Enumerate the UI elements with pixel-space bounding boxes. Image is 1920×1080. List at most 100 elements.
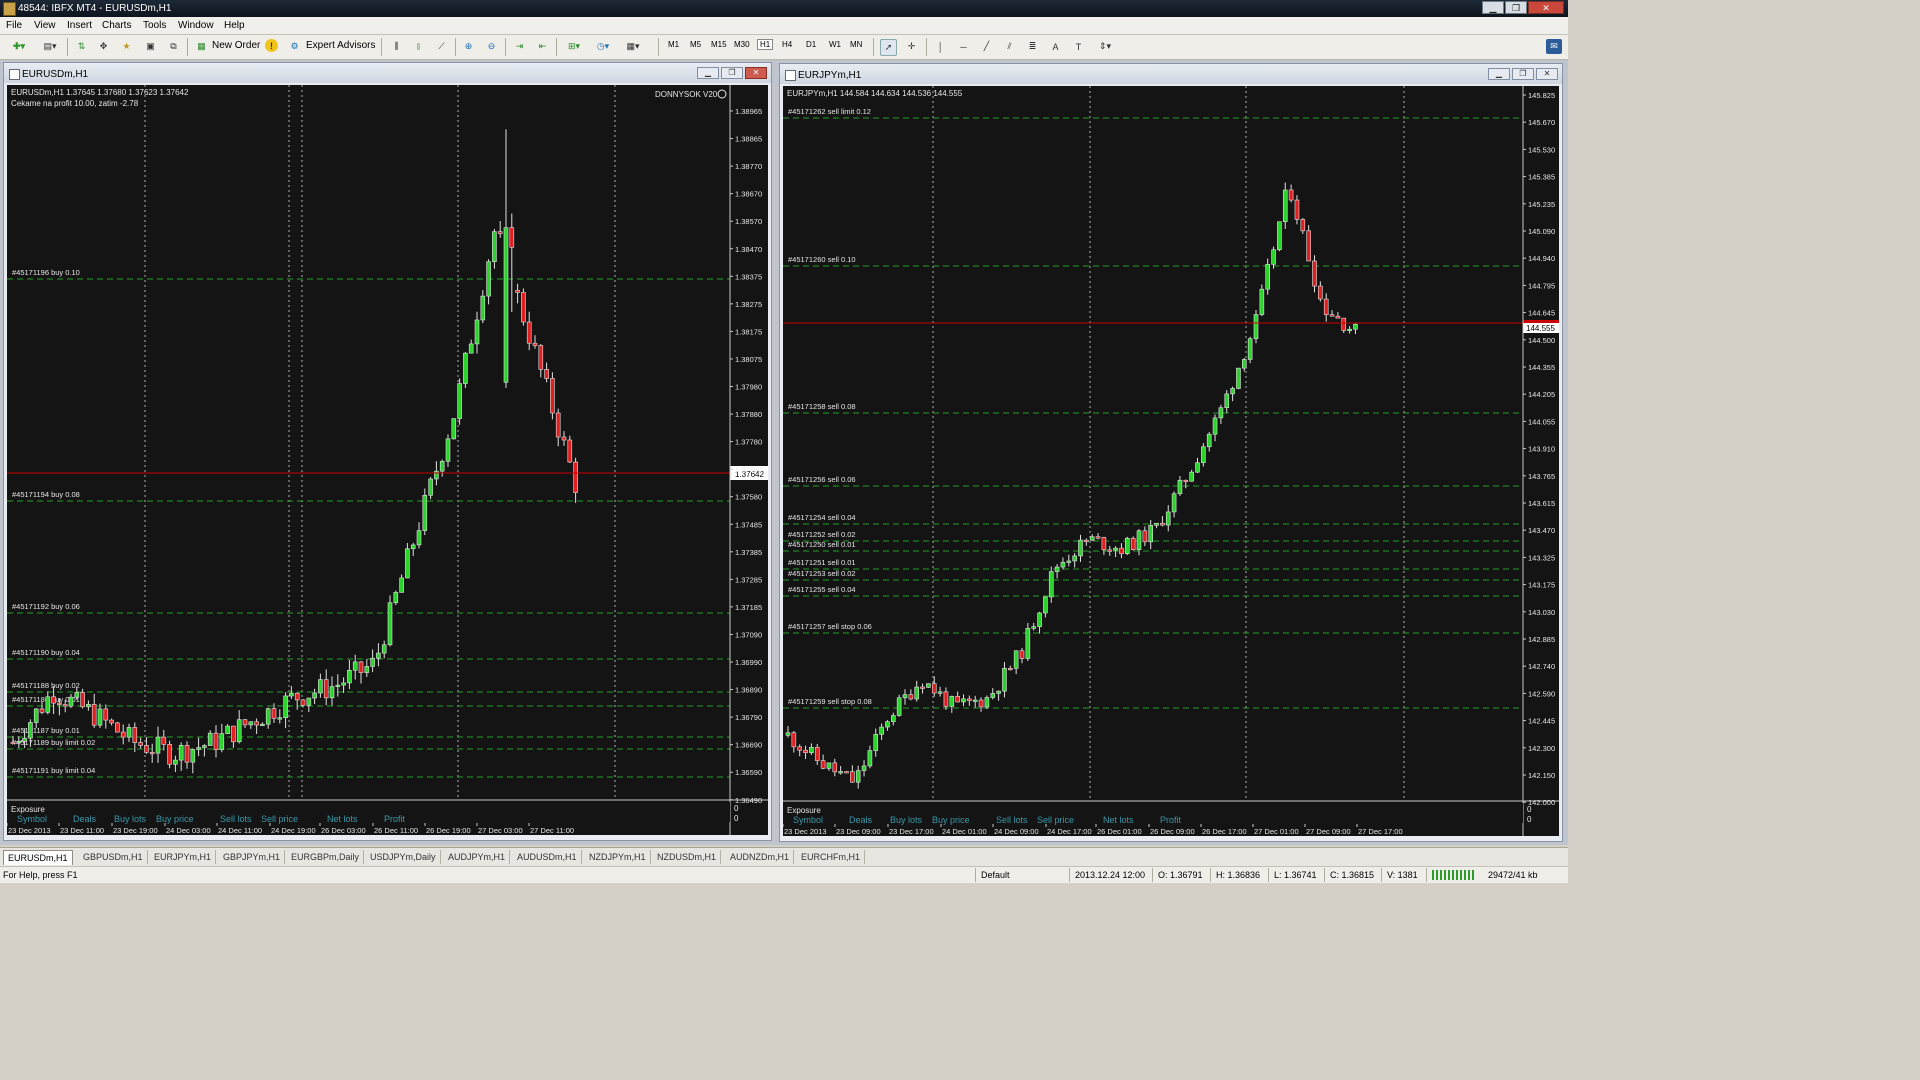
price-axis-label: 1.38470 [735,245,762,254]
timeframe-m15[interactable]: M15 [711,40,727,49]
candle-body [329,686,335,699]
tab-eurjpym-h1[interactable]: EURJPYm,H1 [150,850,217,864]
line-chart-icon[interactable]: ⟋ [434,39,449,54]
timeframe-h1[interactable]: H1 [757,39,774,50]
templates-icon[interactable]: ▦▾ [622,39,644,54]
navigator-icon[interactable]: ✥ [96,39,111,54]
chart-close-button[interactable]: ✕ [1536,68,1558,80]
candle-body [1019,650,1025,659]
menu-file[interactable]: File [6,20,22,31]
chart-window-eurusd[interactable]: EURUSDm,H1 ▁ ❐ ✕ #45171196 buy 0.10 #4517… [3,62,772,841]
timeframe-m30[interactable]: M30 [734,40,750,49]
zoom-in-icon[interactable]: ⊕ [461,39,476,54]
exposure-col-buy-lots: Buy lots [890,815,923,825]
timeframe-m5[interactable]: M5 [690,40,701,49]
price-axis-label: 1.36590 [735,768,762,777]
strategy-tester-icon[interactable]: ⧉ [166,39,181,54]
maximize-button[interactable]: ❐ [1505,1,1527,14]
menu-window[interactable]: Window [178,20,214,31]
new-order-button[interactable]: New Order [212,40,260,51]
price-axis-label: 143.175 [1528,581,1555,590]
zoom-out-icon[interactable]: ⊖ [484,39,499,54]
periods-icon[interactable]: ◷▾ [592,39,614,54]
candle-body [791,732,797,748]
timeframe-h4[interactable]: H4 [782,40,792,49]
chart-restore-button[interactable]: ❐ [721,67,743,79]
tab-eurusdm-h1[interactable]: EURUSDm,H1 [3,850,73,865]
expert-advisors-icon[interactable]: ⚙ [287,39,302,54]
text-icon[interactable]: A [1048,39,1063,54]
candle-body [480,295,486,321]
crosshair-icon[interactable]: ✛ [904,39,919,54]
menu-charts[interactable]: Charts [102,20,131,31]
price-axis-label: 1.37880 [735,410,762,419]
order-label: #45171258 sell 0.08 [788,402,856,411]
chart-minimize-button[interactable]: ▁ [697,67,719,79]
candle-body [820,760,826,769]
price-axis-label: 144.355 [1528,363,1555,372]
menu-help[interactable]: Help [224,20,245,31]
new-chart-icon[interactable]: ✚▾ [6,39,32,54]
timeframe-mn[interactable]: MN [850,40,862,49]
menu-tools[interactable]: Tools [143,20,166,31]
chat-icon[interactable]: ✉ [1546,39,1562,54]
text-label-icon[interactable]: T [1071,39,1086,54]
auto-scroll-icon[interactable]: ⇥ [512,39,527,54]
tab-nzdusdm-h1[interactable]: NZDUSDm,H1 [653,850,722,864]
close-button[interactable]: ✕ [1528,1,1564,14]
tab-audjpym-h1[interactable]: AUDJPYm,H1 [444,850,511,864]
candle-body [149,752,155,755]
timeframe-d1[interactable]: D1 [806,40,816,49]
chart-close-button[interactable]: ✕ [745,67,767,79]
metaeditor-icon[interactable]: ! [265,39,278,52]
tab-gbpjpym-h1[interactable]: GBPJPYm,H1 [219,850,286,864]
bar-chart-icon[interactable]: ⫼ [389,39,404,54]
tab-usdjpym-daily[interactable]: USDJPYm,Daily [366,850,441,864]
tab-eurgbpm-daily[interactable]: EURGBPm,Daily [287,850,365,864]
candlestick-icon[interactable]: ⫾ [411,39,426,54]
chart-restore-button[interactable]: ❐ [1512,68,1534,80]
connection-status-icon[interactable] [1432,870,1476,880]
order-label: #45171191 buy limit 0.04 [12,766,95,775]
candle-body [97,708,103,726]
equidistant-channel-icon[interactable]: ⫽ [1002,39,1017,54]
profiles-icon[interactable]: ▤▾ [37,39,63,54]
indicators-icon[interactable]: ⊞▾ [563,39,585,54]
cursor-icon[interactable]: ➚ [880,39,897,56]
tab-eurchfm-h1[interactable]: EURCHFm,H1 [797,850,866,864]
chart-minimize-button[interactable]: ▁ [1488,68,1510,80]
status-low: L: 1.36741 [1274,870,1317,880]
exposure-label: Exposure [787,806,821,815]
timeframe-w1[interactable]: W1 [829,40,841,49]
vertical-line-icon[interactable]: │ [933,39,948,54]
arrows-icon[interactable]: ⇕▾ [1094,39,1116,54]
terminal-icon[interactable]: ▣ [143,39,158,54]
fibonacci-icon[interactable]: ≣ [1025,39,1040,54]
tab-gbpusdm-h1[interactable]: GBPUSDm,H1 [79,850,148,864]
trendline-icon[interactable]: ╱ [979,39,994,54]
time-axis-label: 23 Dec 2013 [784,827,827,836]
candle-body [173,759,178,765]
tab-nzdjpym-h1[interactable]: NZDJPYm,H1 [585,850,651,864]
tab-audnzdm-h1[interactable]: AUDNZDm,H1 [726,850,795,864]
order-label: #45171256 sell 0.06 [788,475,856,484]
eurusd-chart-canvas[interactable]: #45171196 buy 0.10 #45171194 buy 0.08 #451… [7,85,768,835]
tab-audusdm-h1[interactable]: AUDUSDm,H1 [513,850,582,864]
timeframe-m1[interactable]: M1 [668,40,679,49]
candle-body [902,694,908,699]
new-order-icon[interactable]: ▦ [194,39,209,54]
chart-window-eurjpy[interactable]: EURJPYm,H1 ▁ ❐ ✕ #45171262 sell limit 0.… [779,63,1563,842]
market-watch-icon[interactable]: ⇅ [74,39,89,54]
data-window-icon[interactable]: ★ [119,39,134,54]
expert-advisors-button[interactable]: Expert Advisors [306,40,375,51]
candle-body [567,439,573,463]
menu-insert[interactable]: Insert [67,20,92,31]
horizontal-line-icon[interactable]: ─ [956,39,971,54]
candle-body [521,292,526,323]
candle-body [838,771,843,774]
eurjpy-chart-canvas[interactable]: #45171262 sell limit 0.12 #45171260 sell … [783,86,1559,836]
chart-shift-icon[interactable]: ⇤ [535,39,550,54]
menu-view[interactable]: View [34,20,56,31]
candle-body [826,762,832,769]
minimize-button[interactable]: ▁ [1482,1,1504,14]
